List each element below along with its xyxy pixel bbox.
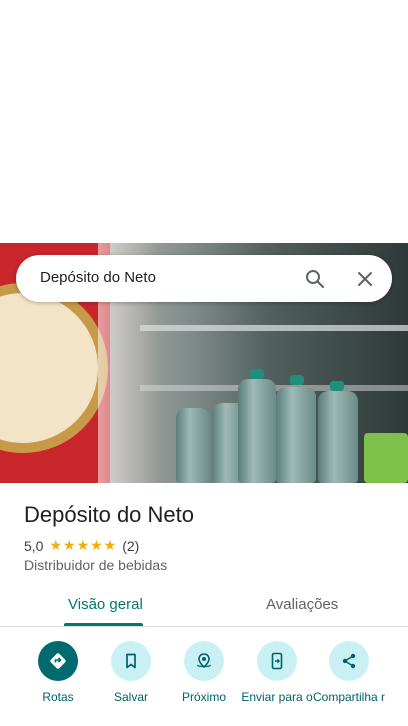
search-bar[interactable]: Depósito do Neto bbox=[16, 255, 392, 302]
send-to-phone-label: Enviar para o bbox=[241, 690, 313, 704]
photo-bottle bbox=[318, 391, 358, 483]
nearby-icon[interactable] bbox=[184, 641, 224, 681]
review-count: (2) bbox=[122, 537, 140, 554]
directions-label: Rotas bbox=[42, 690, 74, 704]
nearby-label: Próximo bbox=[181, 690, 226, 704]
directions-icon[interactable] bbox=[38, 641, 78, 681]
bookmark-icon[interactable] bbox=[111, 641, 151, 681]
directions-button[interactable]: Rotas bbox=[18, 641, 98, 704]
place-title: Depósito do Neto bbox=[24, 502, 194, 527]
save-button[interactable]: Salvar bbox=[91, 641, 171, 704]
rating-row[interactable]: 5,0 ★★★★★ (2) bbox=[24, 537, 139, 554]
tab-divider bbox=[0, 626, 408, 627]
photo-bottle-cap bbox=[330, 381, 344, 391]
rating-stars: ★★★★★ bbox=[49, 537, 118, 553]
photo-bottle bbox=[238, 379, 276, 483]
share-button[interactable]: Compartilha r bbox=[309, 641, 389, 704]
send-to-phone-button[interactable]: Enviar para o bbox=[237, 641, 317, 704]
send-to-phone-icon[interactable] bbox=[257, 641, 297, 681]
share-label: Compartilha r bbox=[312, 690, 386, 704]
photo-bottle bbox=[176, 408, 210, 483]
top-blank-area bbox=[0, 0, 408, 243]
photo-bottle-cap bbox=[250, 369, 264, 379]
search-input[interactable]: Depósito do Neto bbox=[40, 269, 156, 286]
share-icon[interactable] bbox=[329, 641, 369, 681]
search-icon[interactable] bbox=[303, 267, 327, 291]
nearby-button[interactable]: Próximo bbox=[164, 641, 244, 704]
place-category: Distribuidor de bebidas bbox=[24, 557, 168, 573]
photo-green-can bbox=[364, 433, 408, 483]
photo-shelf bbox=[140, 325, 408, 331]
photo-bottle bbox=[276, 387, 316, 483]
tab-reviews[interactable]: Avaliações bbox=[266, 596, 338, 613]
save-label: Salvar bbox=[113, 690, 148, 704]
tab-overview[interactable]: Visão geral bbox=[68, 596, 143, 613]
rating-value: 5,0 bbox=[24, 537, 44, 554]
close-icon[interactable] bbox=[353, 267, 377, 291]
photo-bottle-cap bbox=[290, 375, 304, 385]
